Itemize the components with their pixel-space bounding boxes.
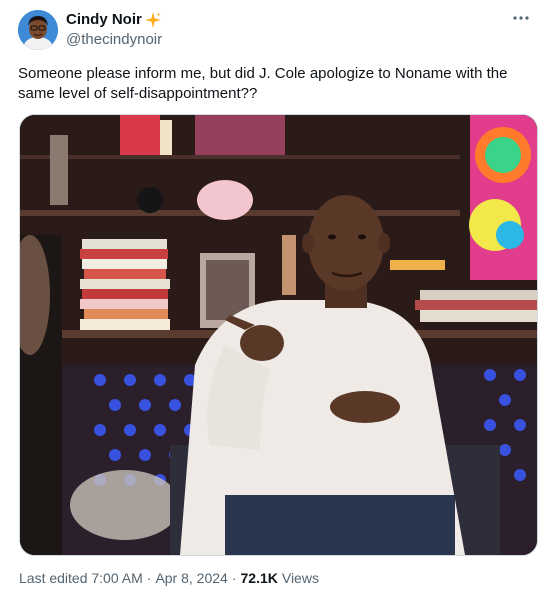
views-label: Views <box>281 570 319 586</box>
sparkle-icon <box>144 11 161 28</box>
avatar-image <box>18 10 58 50</box>
tweet-media[interactable] <box>19 114 538 556</box>
meta-separator: · <box>146 570 152 586</box>
ellipsis-icon[interactable] <box>510 8 532 28</box>
author-name-row: Cindy Noir <box>66 11 161 28</box>
video-still-image <box>20 115 537 555</box>
meta-separator: · <box>231 570 237 586</box>
tweet-meta: Last edited 7:00 AM · Apr 8, 2024 · 72.1… <box>19 570 319 586</box>
avatar[interactable] <box>18 10 58 50</box>
author-handle[interactable]: @thecindynoir <box>66 31 162 48</box>
tweet-date[interactable]: Apr 8, 2024 <box>155 570 227 586</box>
author-display-name[interactable]: Cindy Noir <box>66 11 142 28</box>
tweet: Cindy Noir @thecindynoir Someone please … <box>0 0 552 600</box>
tweet-text: Someone please inform me, but did J. Col… <box>18 65 508 102</box>
edited-timestamp[interactable]: Last edited 7:00 AM <box>19 570 143 586</box>
views-count: 72.1K <box>240 570 278 586</box>
